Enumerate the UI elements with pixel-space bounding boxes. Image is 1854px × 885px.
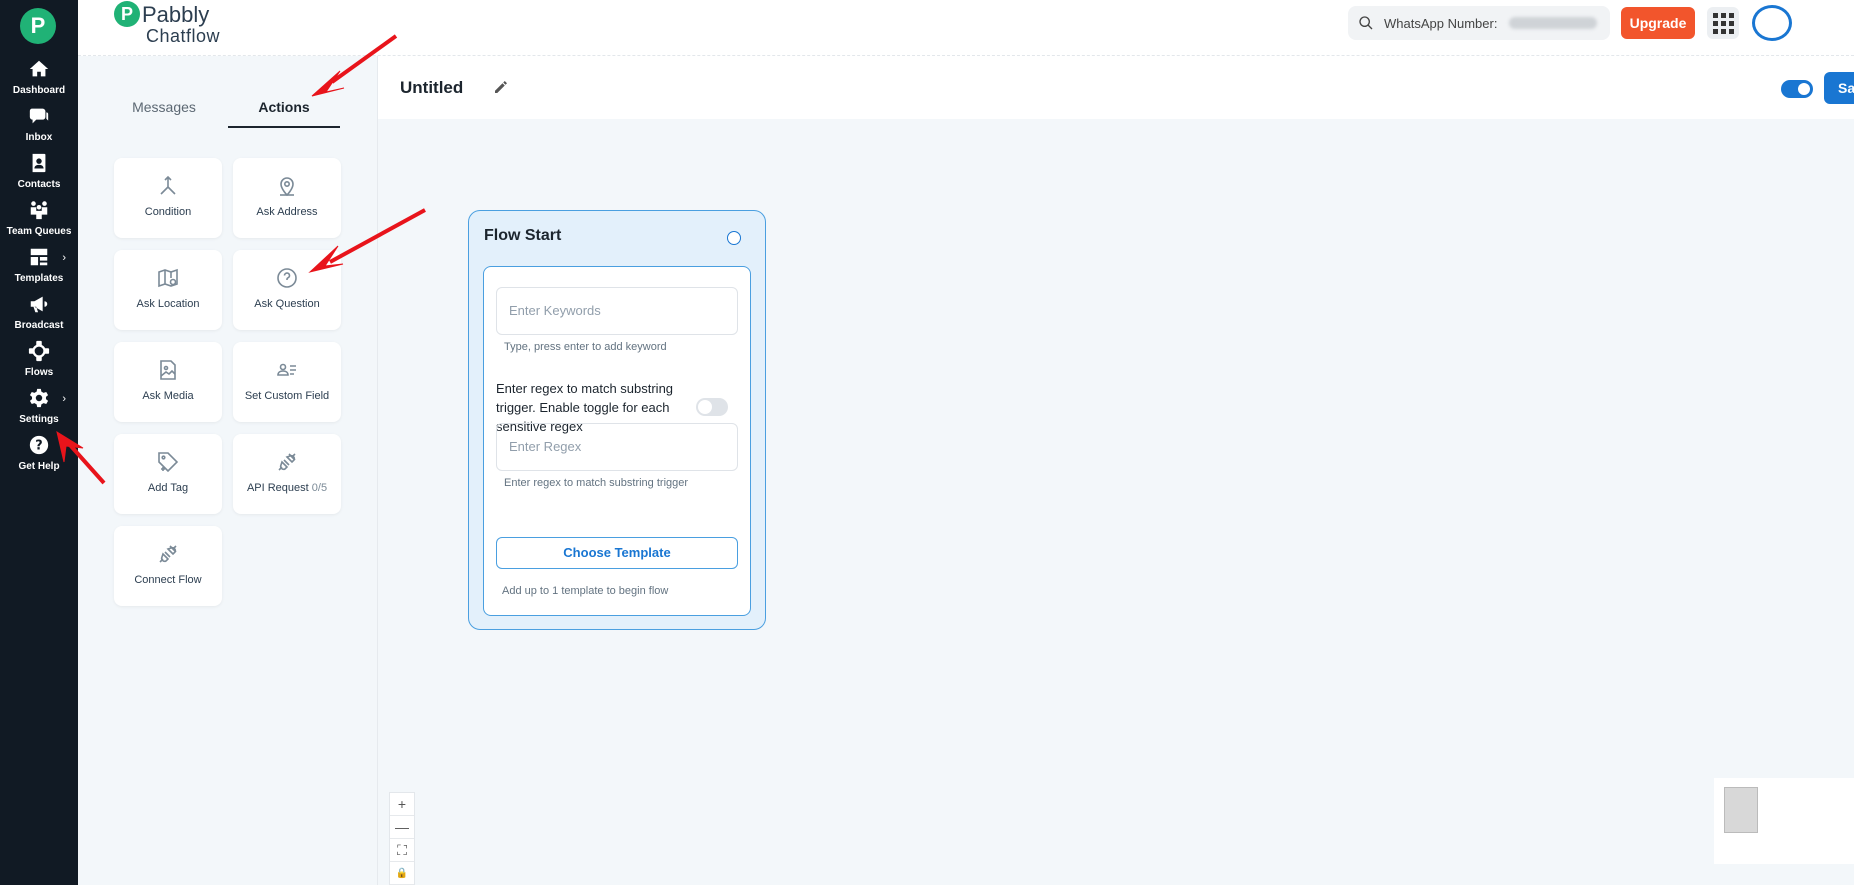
location-pin-icon [280, 177, 294, 197]
brand-sub: Chatflow [146, 26, 221, 46]
node-connector-handle[interactable] [727, 231, 741, 245]
team-icon [30, 201, 48, 220]
action-card-condition[interactable]: Condition [114, 158, 222, 238]
action-card-ask-address[interactable]: Ask Address [233, 158, 341, 238]
nav-item-broadcast[interactable]: Broadcast [0, 293, 78, 345]
nav-item-dashboard[interactable]: Dashboard [0, 58, 78, 110]
plug-icon [159, 545, 177, 563]
nav-item-templates[interactable]: Templates › [0, 246, 78, 298]
action-card-api-request[interactable]: API Request 0/5 [233, 434, 341, 514]
app-logo[interactable]: P [20, 8, 56, 44]
action-card-add-tag[interactable]: Add Tag [114, 434, 222, 514]
brand-name: Pabbly [142, 2, 210, 27]
search-label: WhatsApp Number: [1384, 15, 1498, 31]
custom-field-icon [277, 363, 296, 376]
keywords-input[interactable]: Enter Keywords [496, 287, 738, 335]
home-icon [29, 60, 49, 77]
regex-helper: Enter regex to match substring trigger [504, 477, 689, 489]
node-body: Enter Keywords Type, press enter to add … [483, 266, 751, 616]
save-button[interactable]: Sa [1824, 72, 1854, 104]
choose-template-helper: Add up to 1 template to begin flow [502, 585, 669, 597]
action-card-set-custom-field[interactable]: Set Custom Field [233, 342, 341, 422]
minimap[interactable] [1714, 778, 1854, 864]
nav-item-inbox[interactable]: Inbox [0, 105, 78, 157]
action-card-ask-location[interactable]: Ask Location [114, 250, 222, 330]
zoom-in-button[interactable]: + [390, 793, 414, 816]
contacts-icon [32, 153, 46, 173]
upgrade-button[interactable]: Upgrade [1621, 7, 1695, 39]
map-icon [158, 268, 178, 288]
node-title: Flow Start [484, 227, 562, 244]
lock-button[interactable]: 🔒 [390, 862, 414, 885]
flow-active-toggle[interactable] [1781, 80, 1813, 98]
tab-actions[interactable]: Actions [228, 86, 340, 128]
question-icon [277, 268, 297, 288]
action-card-ask-media[interactable]: Ask Media [114, 342, 222, 422]
choose-template-button[interactable]: Choose Template [496, 537, 738, 569]
help-icon: ? [29, 435, 49, 455]
chevron-right-icon: › [62, 252, 66, 264]
gear-icon [29, 388, 49, 408]
tab-messages[interactable]: Messages [114, 86, 214, 128]
account-avatar[interactable] [1752, 5, 1792, 41]
keywords-helper: Type, press enter to add keyword [504, 341, 667, 353]
regex-input[interactable]: Enter Regex [496, 423, 738, 471]
api-request-count: 0/5 [311, 482, 328, 494]
brand-mark: P [114, 1, 140, 27]
left-nav: P Dashboard Inbox Contacts Team Queues T… [0, 0, 78, 885]
zoom-out-button[interactable]: — [390, 816, 414, 839]
flow-start-node[interactable]: Flow Start Enter Keywords Type, press en… [468, 210, 766, 630]
actions-panel: Messages Actions Condition Ask Address A… [78, 56, 378, 885]
plug-icon [278, 453, 296, 471]
tag-icon [158, 452, 179, 473]
apps-grid-icon[interactable] [1707, 7, 1739, 39]
condition-icon [160, 175, 176, 195]
templates-icon [30, 248, 48, 266]
search-icon [1359, 16, 1373, 30]
nav-item-get-help[interactable]: ? Get Help [0, 434, 78, 486]
pencil-icon[interactable] [492, 78, 510, 96]
nav-item-team-queues[interactable]: Team Queues [0, 199, 78, 251]
api-request-label: API Request [246, 482, 309, 494]
flows-icon [28, 340, 50, 362]
flow-header: Untitled Sa [378, 56, 1854, 119]
image-icon [160, 360, 176, 380]
nav-item-settings[interactable]: Settings › [0, 387, 78, 439]
action-card-connect-flow[interactable]: Connect Flow [114, 526, 222, 606]
fit-view-button[interactable]: ⛶ [390, 839, 414, 862]
nav-item-contacts[interactable]: Contacts [0, 152, 78, 204]
action-card-ask-question[interactable]: Ask Question [233, 250, 341, 330]
megaphone-icon [30, 296, 48, 313]
whatsapp-number-search[interactable]: WhatsApp Number: [1348, 6, 1610, 40]
svg-text:?: ? [35, 439, 42, 454]
flow-title[interactable]: Untitled [400, 78, 463, 98]
chevron-right-icon: › [62, 393, 66, 405]
nav-item-flows[interactable]: Flows [0, 340, 78, 392]
chat-icon [29, 108, 49, 124]
blurred-phone-number [1509, 17, 1598, 29]
minimap-viewport[interactable] [1724, 787, 1758, 833]
zoom-controls: + — ⛶ 🔒 [389, 792, 415, 885]
regex-sensitive-toggle[interactable] [696, 398, 728, 416]
